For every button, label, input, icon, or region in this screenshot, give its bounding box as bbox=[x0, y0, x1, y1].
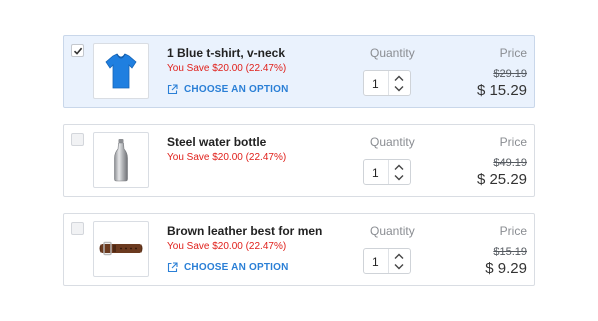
price-label: Price bbox=[499, 224, 527, 238]
quantity-label: Quantity bbox=[370, 46, 415, 60]
sale-price: $ 25.29 bbox=[476, 171, 527, 188]
water-bottle-image bbox=[93, 132, 149, 188]
product-card: 1 Blue t-shirt, v-neck You Save $20.00 (… bbox=[63, 35, 535, 108]
chevron-down-icon[interactable] bbox=[393, 84, 405, 93]
chevron-up-icon[interactable] bbox=[393, 252, 405, 261]
chevron-down-icon[interactable] bbox=[393, 262, 405, 271]
external-link-icon bbox=[167, 83, 178, 94]
checkmark-icon bbox=[73, 47, 83, 55]
original-price: $49.19 bbox=[493, 157, 527, 169]
quantity-stepper[interactable]: 1 bbox=[363, 159, 411, 185]
chevron-down-icon[interactable] bbox=[393, 173, 405, 182]
sale-price: $ 15.29 bbox=[476, 82, 527, 99]
choose-option-label: CHOOSE AN OPTION bbox=[184, 83, 289, 95]
product-card: Brown leather best for men You Save $20.… bbox=[63, 213, 535, 286]
savings-text: You Save $20.00 (22.47%) bbox=[167, 63, 287, 74]
choose-option-link[interactable]: CHOOSE AN OPTION bbox=[167, 261, 289, 273]
chevron-up-icon[interactable] bbox=[393, 74, 405, 83]
external-link-icon bbox=[167, 261, 178, 272]
quantity-stepper[interactable]: 1 bbox=[363, 70, 411, 96]
savings-text: You Save $20.00 (22.47%) bbox=[167, 152, 287, 163]
quantity-label: Quantity bbox=[370, 135, 415, 149]
product-name[interactable]: 1 Blue t-shirt, v-neck bbox=[167, 46, 285, 60]
product-checkbox[interactable] bbox=[71, 222, 84, 235]
price-label: Price bbox=[499, 46, 527, 60]
product-checkbox[interactable] bbox=[71, 133, 84, 146]
product-checkbox[interactable] bbox=[71, 44, 84, 57]
choose-option-link[interactable]: CHOOSE AN OPTION bbox=[167, 83, 289, 95]
quantity-value[interactable]: 1 bbox=[372, 255, 379, 269]
choose-option-label: CHOOSE AN OPTION bbox=[184, 261, 289, 273]
quantity-stepper[interactable]: 1 bbox=[363, 248, 411, 274]
stepper-divider bbox=[388, 71, 389, 95]
sale-price: $ 9.29 bbox=[485, 260, 527, 277]
savings-text: You Save $20.00 (22.47%) bbox=[167, 241, 287, 252]
blue-tshirt-image bbox=[93, 43, 149, 99]
leather-belt-image bbox=[93, 221, 149, 277]
original-price: $15.19 bbox=[493, 246, 527, 258]
price-label: Price bbox=[499, 135, 527, 149]
chevron-up-icon[interactable] bbox=[393, 163, 405, 172]
quantity-label: Quantity bbox=[370, 224, 415, 238]
quantity-value[interactable]: 1 bbox=[372, 166, 379, 180]
product-name[interactable]: Steel water bottle bbox=[167, 135, 266, 149]
product-name[interactable]: Brown leather best for men bbox=[167, 224, 322, 238]
product-card: Steel water bottle You Save $20.00 (22.4… bbox=[63, 124, 535, 197]
stepper-divider bbox=[388, 160, 389, 184]
quantity-value[interactable]: 1 bbox=[372, 77, 379, 91]
stepper-divider bbox=[388, 249, 389, 273]
original-price: $29.19 bbox=[493, 68, 527, 80]
